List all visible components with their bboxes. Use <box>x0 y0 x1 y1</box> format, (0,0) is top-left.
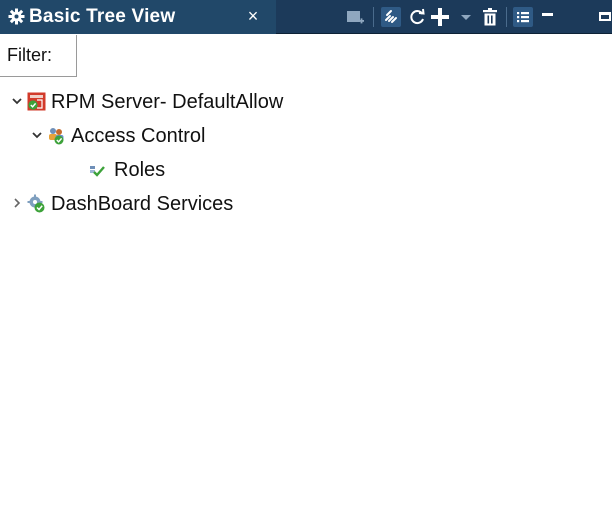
filter-label: Filter: <box>7 45 52 65</box>
chevron-down-icon[interactable] <box>10 93 24 109</box>
dropdown-arrow-icon[interactable] <box>456 7 476 27</box>
link-icon[interactable] <box>381 7 401 27</box>
tab-title: Basic Tree View <box>29 6 176 27</box>
view-titlebar: Basic Tree View × <box>0 0 612 34</box>
filter-input[interactable] <box>76 35 612 77</box>
tree-node-label: RPM Server- DefaultAllow <box>51 91 284 113</box>
roles-icon <box>88 160 107 179</box>
dashboard-services-icon <box>27 194 46 213</box>
tree-node-rpm-server[interactable]: RPM Server- DefaultAllow <box>0 85 612 119</box>
tree-node-label: DashBoard Services <box>51 193 234 215</box>
list-view-icon[interactable] <box>513 7 533 27</box>
chevron-right-icon[interactable] <box>10 195 24 211</box>
delete-icon[interactable] <box>480 7 500 27</box>
tab-basic-tree-view[interactable]: Basic Tree View × <box>0 0 276 34</box>
access-control-icon <box>47 126 66 145</box>
filter-bar: Filter: <box>0 35 612 77</box>
server-icon <box>27 92 46 111</box>
toolbar-separator <box>506 7 507 27</box>
minimize-icon[interactable] <box>540 7 556 27</box>
add-icon[interactable] <box>430 7 450 27</box>
tree-node-access-control[interactable]: Access Control <box>0 119 612 153</box>
tree-node-label: Access Control <box>71 125 206 147</box>
tree-view: RPM Server- DefaultAllow Access Control <box>0 78 612 506</box>
toolbar-separator <box>373 7 374 27</box>
maximize-icon[interactable] <box>598 7 612 27</box>
new-item-icon[interactable] <box>345 7 365 27</box>
tree-node-roles[interactable]: Roles <box>0 153 612 187</box>
tree-node-dashboard-services[interactable]: DashBoard Services <box>0 187 612 221</box>
tree-node-label: Roles <box>114 159 166 181</box>
chevron-down-icon[interactable] <box>30 127 44 143</box>
close-icon[interactable]: × <box>243 6 263 26</box>
refresh-icon[interactable] <box>407 7 427 27</box>
gear-icon <box>8 8 25 25</box>
